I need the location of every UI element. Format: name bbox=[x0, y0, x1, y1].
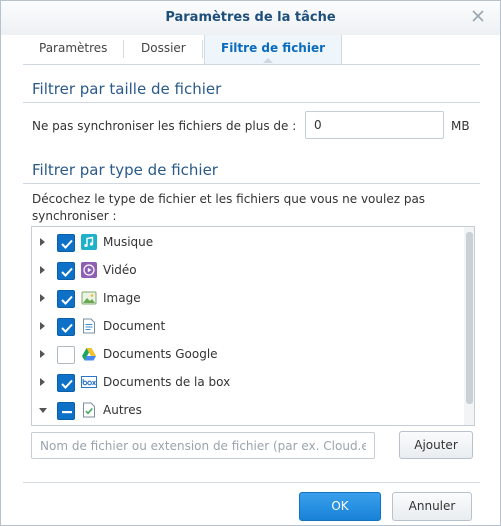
checkbox[interactable] bbox=[57, 402, 75, 420]
file-type-row-documents-box[interactable]: Documents de la box bbox=[32, 368, 462, 396]
checkbox[interactable] bbox=[57, 290, 75, 308]
title-bar: Paramètres de la tâche bbox=[1, 1, 500, 35]
cancel-button[interactable]: Annuler bbox=[392, 492, 472, 521]
type-filter-description-cont: synchroniser : bbox=[32, 209, 117, 223]
footer-divider bbox=[23, 482, 480, 483]
close-icon[interactable] bbox=[471, 9, 485, 23]
size-filter-title: Filtrer par taille de fichier bbox=[32, 80, 222, 98]
file-type-label: Image bbox=[103, 291, 141, 305]
file-type-label: Musique bbox=[103, 235, 154, 249]
file-type-label: Vidéo bbox=[103, 263, 137, 277]
section-divider bbox=[23, 102, 480, 103]
video-icon bbox=[81, 262, 97, 278]
file-type-row-musique[interactable]: Musique bbox=[32, 228, 462, 256]
scrollbar-thumb[interactable] bbox=[466, 232, 473, 404]
ok-button[interactable]: OK bbox=[299, 492, 381, 521]
expand-arrow-icon[interactable] bbox=[40, 294, 45, 302]
tab-dossier[interactable]: Dossier bbox=[125, 40, 203, 58]
filename-extension-input[interactable] bbox=[31, 432, 375, 459]
expand-arrow-icon[interactable] bbox=[40, 350, 45, 358]
box-icon bbox=[81, 376, 97, 388]
dialog-title: Paramètres de la tâche bbox=[165, 10, 336, 25]
file-type-tree: Musique Vidéo Image Document Documents G… bbox=[31, 226, 475, 426]
file-type-label: Autres bbox=[103, 403, 142, 417]
checkbox[interactable] bbox=[57, 374, 75, 392]
expand-arrow-icon[interactable] bbox=[40, 266, 45, 274]
file-type-row-documents-google[interactable]: Documents Google bbox=[32, 340, 462, 368]
image-icon bbox=[81, 291, 97, 305]
type-filter-description: Décochez le type de fichier et les fichi… bbox=[32, 192, 426, 206]
checkbox[interactable] bbox=[57, 262, 75, 280]
tab-filtre-de-fichier[interactable]: Filtre de fichier bbox=[204, 35, 343, 64]
expand-arrow-icon[interactable] bbox=[40, 322, 45, 330]
other-files-icon bbox=[83, 402, 95, 418]
checkbox[interactable] bbox=[57, 318, 75, 336]
size-unit: MB bbox=[451, 119, 470, 133]
music-icon bbox=[81, 234, 97, 250]
file-type-label: Document bbox=[103, 319, 166, 333]
expand-arrow-icon[interactable] bbox=[40, 378, 45, 386]
file-type-row-document[interactable]: Document bbox=[32, 312, 462, 340]
section-divider bbox=[23, 183, 480, 184]
file-type-label: Documents Google bbox=[103, 347, 218, 361]
type-filter-title: Filtrer par type de fichier bbox=[32, 161, 218, 179]
checkbox[interactable] bbox=[57, 234, 75, 252]
document-icon bbox=[83, 318, 95, 334]
tab-bar: Paramètres Dossier Filtre de fichier bbox=[23, 35, 480, 65]
checkbox[interactable] bbox=[57, 346, 75, 364]
file-type-row-autres[interactable]: Autres bbox=[32, 396, 462, 424]
file-type-row-image[interactable]: Image bbox=[32, 284, 462, 312]
google-drive-icon bbox=[82, 348, 96, 361]
size-filter-label: Ne pas synchroniser les fichiers de plus… bbox=[32, 119, 297, 133]
collapse-arrow-icon[interactable] bbox=[39, 408, 47, 413]
expand-arrow-icon[interactable] bbox=[40, 238, 45, 246]
max-size-input[interactable] bbox=[305, 111, 444, 139]
tab-parametres[interactable]: Paramètres bbox=[23, 40, 125, 58]
task-settings-dialog: Paramètres de la tâche Paramètres Dossie… bbox=[0, 0, 501, 526]
file-type-label: Documents de la box bbox=[103, 375, 231, 389]
add-button[interactable]: Ajouter bbox=[399, 431, 473, 459]
active-tab-indicator bbox=[263, 58, 273, 63]
file-type-row-video[interactable]: Vidéo bbox=[32, 256, 462, 284]
